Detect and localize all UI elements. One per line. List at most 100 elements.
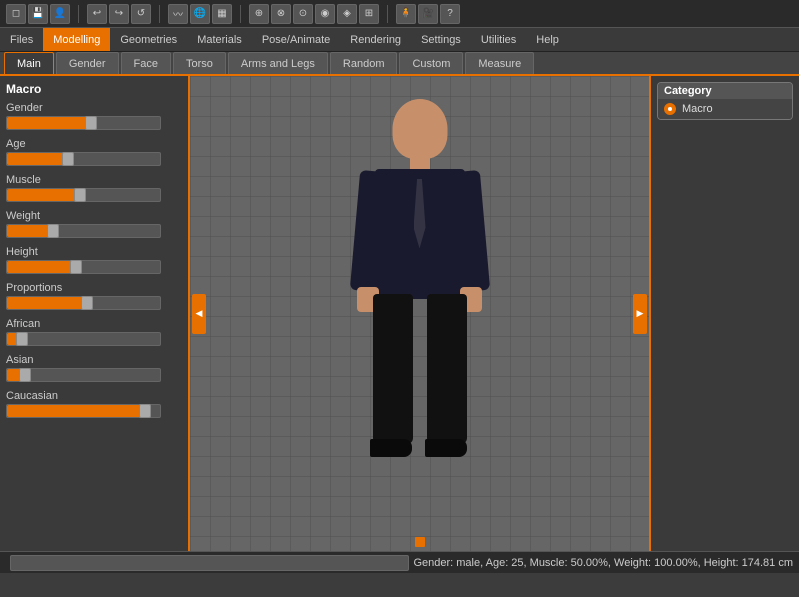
tb-icon-curve[interactable]: 〰 (168, 4, 188, 24)
separator-2 (159, 5, 160, 23)
slider-label-weight: Weight (6, 210, 182, 222)
title-bar: ◻ 💾 👤 ↩ ↪ ↺ 〰 🌐 ▦ ⊕ ⊗ ⊙ ◉ ◈ ⊞ 🧍 🎥 ? (0, 0, 799, 28)
left-panel: Macro GenderAgeMuscleWeightHeightProport… (0, 76, 190, 551)
slider-label-proportions: Proportions (6, 282, 182, 294)
menu-pose-animate[interactable]: Pose/Animate (252, 28, 340, 51)
tb-icon-tool1[interactable]: ⊕ (249, 4, 269, 24)
tb-icon-undo[interactable]: ↩ (87, 4, 107, 24)
status-bar: Gender: male, Age: 25, Muscle: 50.00%, W… (0, 551, 799, 573)
slider-track-caucasian[interactable] (6, 404, 161, 418)
slider-fill-muscle (7, 189, 80, 201)
slider-fill-gender (7, 117, 91, 129)
char-left-leg (373, 294, 413, 444)
category-box: Category Macro (657, 82, 793, 120)
menu-utilities[interactable]: Utilities (471, 28, 526, 51)
tab-measure[interactable]: Measure (465, 52, 534, 74)
slider-thumb-gender[interactable] (85, 116, 97, 130)
slider-track-gender[interactable] (6, 116, 161, 130)
slider-fill-age (7, 153, 68, 165)
slider-track-proportions[interactable] (6, 296, 161, 310)
slider-thumb-proportions[interactable] (81, 296, 93, 310)
tb-icon-figure[interactable]: 🧍 (396, 4, 416, 24)
menu-help[interactable]: Help (526, 28, 569, 51)
slider-group-gender: Gender (6, 102, 182, 130)
slider-track-height[interactable] (6, 260, 161, 274)
category-title: Category (658, 83, 792, 99)
slider-group-asian: Asian (6, 354, 182, 382)
menu-rendering[interactable]: Rendering (340, 28, 411, 51)
slider-label-asian: Asian (6, 354, 182, 366)
char-head (392, 99, 447, 159)
progress-bar (10, 555, 409, 571)
category-macro-label: Macro (682, 103, 713, 115)
slider-thumb-muscle[interactable] (74, 188, 86, 202)
tab-face[interactable]: Face (121, 52, 171, 74)
char-right-shoe (425, 439, 467, 457)
sliders-container: GenderAgeMuscleWeightHeightProportionsAf… (6, 102, 182, 418)
tb-icon-tool3[interactable]: ⊙ (293, 4, 313, 24)
tb-icon-window[interactable]: ◻ (6, 4, 26, 24)
slider-label-caucasian: Caucasian (6, 390, 182, 402)
tab-arms-legs[interactable]: Arms and Legs (228, 52, 328, 74)
tab-gender[interactable]: Gender (56, 52, 119, 74)
slider-thumb-height[interactable] (70, 260, 82, 274)
status-text: Gender: male, Age: 25, Muscle: 50.00%, W… (413, 557, 793, 569)
vp-nav-right-btn[interactable]: ▶ (633, 294, 647, 334)
separator-1 (78, 5, 79, 23)
tb-icon-tool2[interactable]: ⊗ (271, 4, 291, 24)
tab-torso[interactable]: Torso (173, 52, 226, 74)
slider-thumb-age[interactable] (62, 152, 74, 166)
tb-icon-refresh[interactable]: ↺ (131, 4, 151, 24)
slider-fill-height (7, 261, 76, 273)
slider-track-asian[interactable] (6, 368, 161, 382)
slider-track-african[interactable] (6, 332, 161, 346)
tb-icon-user[interactable]: 👤 (50, 4, 70, 24)
tab-random[interactable]: Random (330, 52, 398, 74)
tb-icon-save[interactable]: 💾 (28, 4, 48, 24)
slider-thumb-african[interactable] (16, 332, 28, 346)
radio-macro[interactable] (664, 103, 676, 115)
menu-modelling[interactable]: Modelling (43, 28, 110, 51)
tb-icon-help[interactable]: ? (440, 4, 460, 24)
slider-label-muscle: Muscle (6, 174, 182, 186)
slider-track-muscle[interactable] (6, 188, 161, 202)
tb-icon-cam[interactable]: 🎥 (418, 4, 438, 24)
viewport[interactable]: ◀ ▶ (190, 76, 649, 551)
toolbar-group-3: 〰 🌐 ▦ (168, 4, 232, 24)
slider-thumb-asian[interactable] (19, 368, 31, 382)
toolbar-group-5: 🧍 🎥 ? (396, 4, 460, 24)
tb-icon-globe[interactable]: 🌐 (190, 4, 210, 24)
menu-materials[interactable]: Materials (187, 28, 252, 51)
slider-group-muscle: Muscle (6, 174, 182, 202)
slider-thumb-weight[interactable] (47, 224, 59, 238)
slider-fill-proportions (7, 297, 87, 309)
slider-label-height: Height (6, 246, 182, 258)
tb-icon-redo[interactable]: ↪ (109, 4, 129, 24)
separator-3 (240, 5, 241, 23)
toolbar-group-2: ↩ ↪ ↺ (87, 4, 151, 24)
vp-nav-left-btn[interactable]: ◀ (192, 294, 206, 334)
tb-icon-tool4[interactable]: ◉ (315, 4, 335, 24)
tab-custom[interactable]: Custom (399, 52, 463, 74)
vp-indicator (415, 537, 425, 547)
slider-thumb-caucasian[interactable] (139, 404, 151, 418)
slider-label-african: African (6, 318, 182, 330)
tb-icon-tool6[interactable]: ⊞ (359, 4, 379, 24)
tb-icon-grid[interactable]: ▦ (212, 4, 232, 24)
slider-group-african: African (6, 318, 182, 346)
menu-geometries[interactable]: Geometries (110, 28, 187, 51)
viewport-grid (190, 76, 649, 551)
slider-group-proportions: Proportions (6, 282, 182, 310)
slider-group-height: Height (6, 246, 182, 274)
slider-track-weight[interactable] (6, 224, 161, 238)
category-macro[interactable]: Macro (658, 99, 792, 119)
separator-4 (387, 5, 388, 23)
tb-icon-tool5[interactable]: ◈ (337, 4, 357, 24)
slider-label-gender: Gender (6, 102, 182, 114)
vp-nav-right: ▶ (633, 294, 647, 334)
slider-track-age[interactable] (6, 152, 161, 166)
menu-files[interactable]: Files (0, 28, 43, 51)
tab-main[interactable]: Main (4, 52, 54, 74)
vp-nav-left: ◀ (192, 294, 206, 334)
menu-settings[interactable]: Settings (411, 28, 471, 51)
